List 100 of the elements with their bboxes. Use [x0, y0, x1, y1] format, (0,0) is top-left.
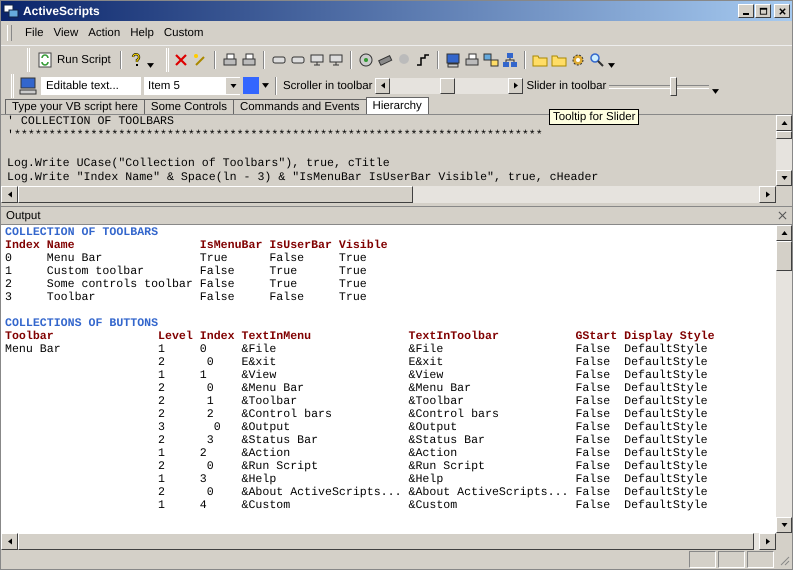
dropdown-arrow-icon[interactable] — [712, 88, 720, 94]
column-header: Toolbar — [5, 330, 54, 343]
table-cell: False — [575, 447, 610, 460]
table-cell: 1 — [158, 343, 166, 356]
scrollbar-thumb[interactable] — [776, 131, 792, 139]
section-title: COLLECTION OF TOOLBARS — [5, 226, 160, 239]
table-cell: False — [269, 252, 304, 265]
menu-item[interactable]: View — [48, 27, 84, 39]
table-cell: &Action — [242, 447, 290, 460]
minimize-icon — [743, 13, 749, 15]
delete-icon[interactable] — [172, 52, 189, 68]
menu-item[interactable]: Action — [83, 27, 126, 39]
scrollbar-thumb[interactable] — [18, 186, 413, 203]
vertical-scrollbar[interactable] — [776, 225, 792, 533]
table-cell: &View — [242, 369, 276, 382]
dropdown-arrow-icon[interactable] — [608, 62, 615, 68]
maximize-button[interactable] — [755, 4, 771, 18]
table-cell: False — [575, 434, 610, 447]
gear-icon[interactable] — [570, 52, 586, 68]
dropdown-arrow-icon[interactable] — [146, 62, 154, 68]
menu-item[interactable]: File — [20, 27, 49, 39]
minimize-button[interactable] — [738, 4, 754, 18]
computer-icon[interactable] — [18, 76, 38, 96]
table-cell: 2 — [158, 460, 166, 473]
printer-icon[interactable] — [240, 52, 257, 68]
vertical-scrollbar[interactable] — [776, 115, 792, 186]
scroller-label: Scroller in toolbar — [283, 80, 372, 92]
resize-grip-icon[interactable] — [778, 554, 790, 566]
table-cell: False — [575, 408, 610, 421]
table-cell: &Toolbar — [408, 395, 464, 408]
table-cell: DefaultStyle — [624, 408, 708, 421]
scroll-left-icon[interactable] — [8, 191, 12, 198]
hierarchy-icon[interactable] — [502, 52, 518, 68]
column-header: GStart — [575, 330, 618, 343]
column-header: Index — [200, 330, 235, 343]
scrollbar-thumb[interactable] — [776, 241, 792, 271]
table-cell: False — [575, 369, 610, 382]
table-cell: &Run Script — [408, 460, 486, 473]
table-cell: True — [338, 265, 367, 278]
tab[interactable]: Hierarchy — [366, 97, 429, 114]
monitor-icon[interactable] — [308, 52, 325, 68]
table-cell-text: 0 — [206, 382, 214, 395]
scroll-up-icon[interactable] — [780, 121, 788, 125]
printer-icon[interactable] — [222, 52, 238, 68]
printer-icon[interactable] — [464, 52, 480, 68]
scroll-left-icon[interactable] — [8, 538, 12, 545]
scroll-right-icon[interactable] — [766, 538, 770, 545]
close-button[interactable] — [774, 4, 790, 18]
table-cell: 1 — [158, 473, 166, 486]
table-cell-text: 0 — [213, 421, 221, 434]
column-header: Name — [46, 239, 75, 252]
scroll-right-icon[interactable] — [766, 191, 770, 198]
table-cell: E&xit — [242, 356, 276, 369]
scroll-up-icon[interactable] — [780, 231, 788, 235]
run-script-button[interactable]: Run Script — [34, 50, 114, 70]
table-cell: False — [575, 356, 610, 369]
table-cell: DefaultStyle — [624, 486, 708, 499]
code-line: '**************************************************************************** — [7, 129, 543, 142]
disc-icon[interactable] — [358, 52, 374, 68]
text-field[interactable]: Editable text... — [41, 76, 141, 94]
window-title: ActiveScripts — [23, 4, 101, 18]
table-cell: DefaultStyle — [624, 356, 708, 369]
dropdown-arrow-icon[interactable] — [262, 83, 269, 88]
table-cell: 1 — [200, 369, 207, 382]
close-icon[interactable] — [778, 211, 787, 220]
table-cell: False — [575, 421, 610, 434]
magnifier-icon[interactable] — [588, 52, 605, 68]
table-cell: &Help — [408, 473, 444, 486]
table-cell: &Toolbar — [242, 395, 298, 408]
combo-box[interactable]: Item 5 — [144, 76, 240, 94]
table-cell: &Output — [408, 421, 458, 434]
table-cell: False — [575, 382, 610, 395]
color-swatch[interactable] — [243, 77, 259, 94]
scroll-right-icon[interactable] — [514, 82, 518, 89]
computer-icon[interactable] — [444, 52, 461, 68]
table-cell: &Action — [408, 447, 458, 460]
toolbar-scrollbar[interactable] — [375, 78, 524, 94]
table-cell: DefaultStyle — [624, 343, 708, 356]
table-cell-text: 0 — [206, 356, 214, 369]
scrollbar-thumb[interactable] — [440, 78, 456, 94]
scroll-left-icon[interactable] — [380, 82, 385, 89]
table-cell: 0 — [5, 252, 12, 265]
horizontal-scrollbar[interactable] — [1, 186, 776, 203]
network-icon[interactable] — [482, 52, 499, 68]
table-cell: &About ActiveScripts... — [408, 486, 569, 499]
scroll-down-icon[interactable] — [780, 176, 788, 180]
maximize-icon — [758, 6, 768, 16]
slider-thumb[interactable] — [670, 76, 678, 96]
table-cell: &Status Bar — [242, 434, 318, 447]
menu-item[interactable]: Help — [125, 27, 159, 39]
table-cell: &Custom — [242, 499, 290, 512]
table-cell: 3 — [200, 473, 207, 486]
menu-item[interactable]: Custom — [158, 27, 208, 39]
table-cell: True — [338, 252, 367, 265]
connector-icon[interactable] — [414, 52, 431, 68]
tab[interactable]: Type your VB script here — [5, 99, 145, 114]
table-cell: 1 — [158, 499, 166, 512]
scroll-down-icon[interactable] — [780, 523, 788, 527]
table-cell: False — [269, 291, 304, 304]
monitor-icon[interactable] — [328, 52, 344, 68]
